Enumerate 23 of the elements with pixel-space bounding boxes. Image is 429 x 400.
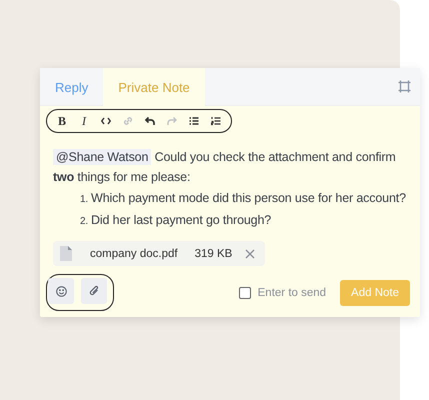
italic-button[interactable]: I <box>73 112 95 130</box>
list-number: 1. <box>80 194 88 205</box>
close-icon[interactable] <box>245 248 256 258</box>
list-number: 2. <box>80 216 88 227</box>
code-icon[interactable] <box>101 116 111 126</box>
file-icon <box>60 246 72 261</box>
bold-button[interactable]: B <box>51 112 73 130</box>
mention-tag[interactable]: @Shane Watson <box>53 149 152 165</box>
checkbox[interactable] <box>238 286 251 298</box>
smiley-icon <box>56 286 66 296</box>
attach-button[interactable] <box>81 278 107 304</box>
expand-icon[interactable] <box>398 80 411 93</box>
emoji-button[interactable] <box>48 278 74 304</box>
list-item-text: Did her last payment go through? <box>91 213 272 227</box>
file-size: 319 KB <box>194 248 232 260</box>
list-item-text: Which payment mode did this person use for her account? <box>91 191 406 205</box>
message-text: @Shane Watson Could you check the attachment and confirm two things for me please: <box>53 148 397 186</box>
checkbox-label: Enter to send <box>258 286 326 298</box>
file-name: company doc.pdf <box>90 248 178 260</box>
bullet-list-icon[interactable] <box>189 116 199 126</box>
numbered-list-icon[interactable] <box>211 116 221 126</box>
paperclip-icon <box>88 285 100 297</box>
undo-icon[interactable] <box>145 116 155 126</box>
